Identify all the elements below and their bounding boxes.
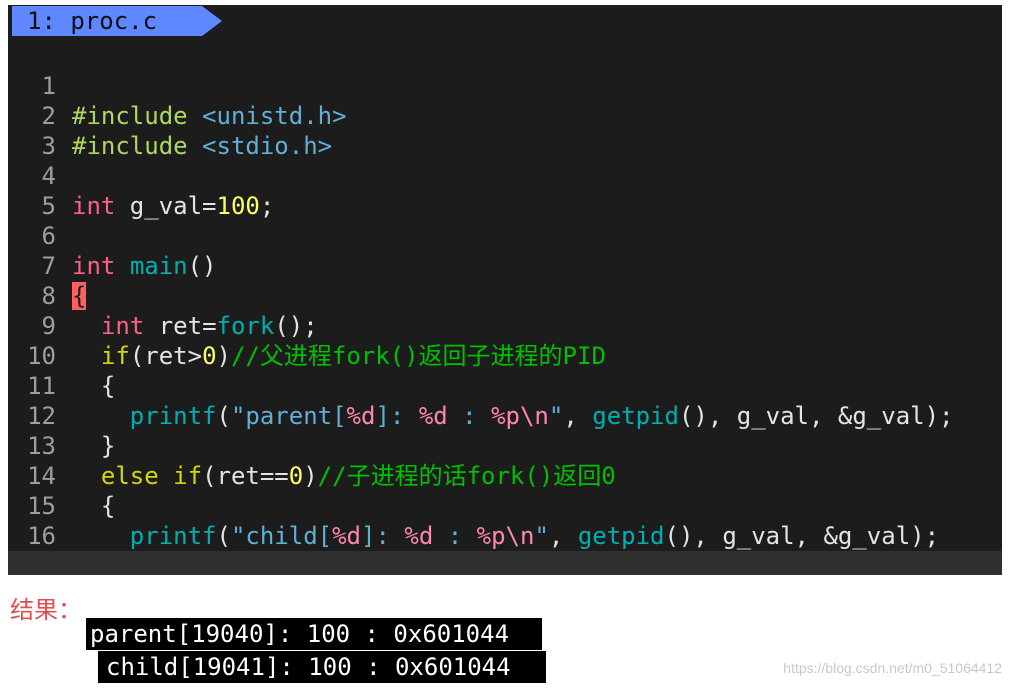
code-line-16: 16 } (8, 491, 1002, 575)
code-line-1: 1 #include <unistd.h> (8, 41, 1002, 130)
code-line-12: 12 } (8, 371, 1002, 460)
code-line-14: 14 { (8, 431, 1002, 520)
code-line-18-current: 18 } (8, 551, 1002, 575)
code-line-13: 13 else if(ret==0)//子进程的话fork()返回0 (8, 401, 1002, 490)
code-line-8: 8 int ret=fork(); (8, 251, 1002, 340)
code-line-9: 9 if(ret>0)//父进程fork()返回子进程的PID (8, 281, 1002, 370)
code-line-3: 3 (8, 101, 1002, 160)
code-line-15: 15 printf("child[%d]: %d : %p\n", getpid… (8, 461, 1002, 550)
code-area[interactable]: 1 #include <unistd.h> 2 #include <stdio.… (8, 41, 1002, 575)
code-line-4: 4 int g_val=100; (8, 131, 1002, 220)
watermark: https://blog.csdn.net/m0_51064412 (783, 660, 1002, 676)
code-line-10: 10 { (8, 311, 1002, 400)
vim-editor[interactable]: 1: proc.c 1 #include <unistd.h> 2 #inclu… (8, 5, 1002, 575)
code-line-7: 7 { (8, 221, 1002, 310)
code-line-17: 17 return 0; (8, 521, 1002, 575)
terminal-output-line: parent[19040]: 100 : 0x601044 (86, 618, 542, 650)
terminal-output-line: child[19041]: 100 : 0x601044 (98, 651, 546, 683)
tabline: 1: proc.c (8, 5, 1002, 36)
code-line-6: 6 int main() (8, 191, 1002, 280)
result-label: 结果： (10, 596, 82, 624)
code-line-2: 2 #include <stdio.h> (8, 71, 1002, 160)
tab-proc-c[interactable]: 1: proc.c (12, 6, 222, 36)
code-line-11: 11 printf("parent[%d]: %d : %p\n", getpi… (8, 341, 1002, 430)
code-line-5: 5 (8, 161, 1002, 220)
